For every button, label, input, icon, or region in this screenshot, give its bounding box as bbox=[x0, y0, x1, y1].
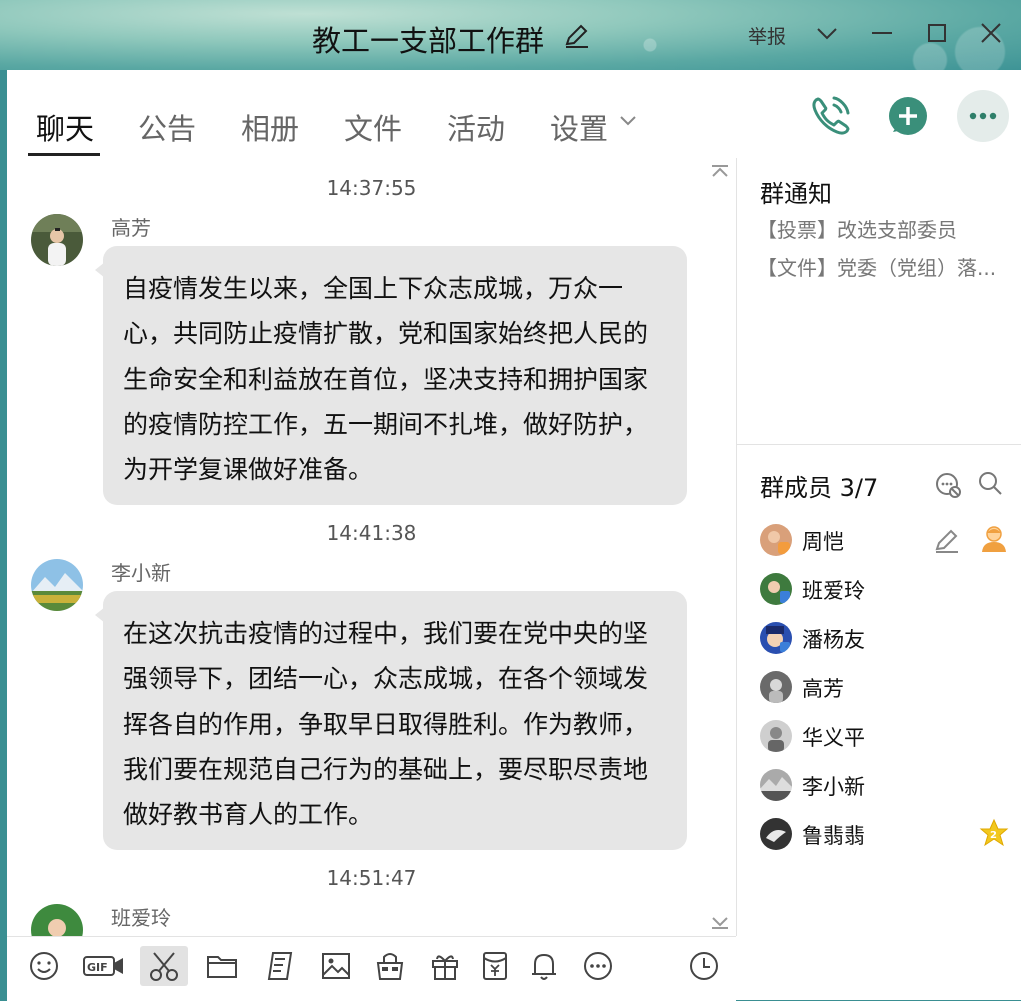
input-toolbar: GIF bbox=[7, 936, 736, 1001]
close-icon[interactable] bbox=[976, 18, 1006, 48]
search-icon[interactable] bbox=[975, 468, 1005, 498]
message-timestamp: 14:37:55 bbox=[326, 176, 417, 200]
more-options-icon[interactable] bbox=[581, 949, 615, 983]
history-clock-icon[interactable] bbox=[687, 949, 721, 983]
svg-text:GIF: GIF bbox=[87, 961, 108, 974]
landscape-photo-icon bbox=[760, 769, 792, 801]
avatar bbox=[760, 622, 792, 654]
avatar bbox=[760, 720, 792, 752]
avatar bbox=[760, 524, 792, 556]
message-timestamp: 14:41:38 bbox=[326, 521, 417, 545]
members-title: 群成员 3/7 bbox=[760, 474, 879, 502]
folder-icon[interactable] bbox=[205, 949, 239, 983]
owner-user-icon bbox=[982, 526, 1006, 552]
tab-announcements[interactable]: 公告 bbox=[138, 106, 196, 148]
member-item[interactable]: 华义平 bbox=[760, 716, 1020, 756]
avatar bbox=[760, 671, 792, 703]
member-name: 高芳 bbox=[802, 677, 844, 701]
user-photo-icon bbox=[760, 573, 792, 605]
title-bar: 教工一支部工作群 举报 bbox=[0, 0, 1021, 70]
message-bubble[interactable]: 自疫情发生以来，全国上下众志成城，万众一心，共同防止疫情扩散，党和国家始终把人民… bbox=[95, 246, 687, 505]
edit-title-icon[interactable] bbox=[562, 22, 590, 50]
member-name: 周恺 bbox=[802, 530, 844, 554]
member-name: 鲁翡翡 bbox=[802, 824, 865, 848]
bell-icon[interactable] bbox=[527, 949, 561, 983]
tab-chat[interactable]: 聊天 bbox=[36, 106, 94, 148]
tab-activities[interactable]: 活动 bbox=[447, 106, 505, 148]
right-panel: 群通知 【投票】改选支部委员 【文件】党委（党组）落... 群成员 3/7 周恺 bbox=[737, 158, 1021, 1000]
report-button[interactable]: 举报 bbox=[748, 22, 786, 49]
user-photo-icon bbox=[760, 622, 792, 654]
add-icon[interactable] bbox=[883, 92, 931, 140]
member-name: 李小新 bbox=[802, 775, 865, 799]
window-title: 教工一支部工作群 bbox=[312, 24, 545, 58]
user-photo-icon bbox=[760, 671, 792, 703]
avatar[interactable] bbox=[31, 559, 83, 611]
star-badge-icon: 2 bbox=[979, 818, 1009, 847]
scroll-down-icon[interactable] bbox=[711, 916, 729, 930]
avatar[interactable] bbox=[31, 904, 83, 936]
svg-text:2: 2 bbox=[990, 830, 997, 841]
gif-icon[interactable]: GIF bbox=[82, 949, 126, 983]
member-manage-icon[interactable] bbox=[933, 470, 963, 500]
notice-item[interactable]: 【文件】党委（党组）落... bbox=[757, 252, 1003, 281]
edit-icon[interactable] bbox=[932, 525, 962, 555]
user-photo-icon bbox=[760, 524, 792, 556]
member-item[interactable]: 高芳 bbox=[760, 667, 1020, 707]
bird-photo-icon bbox=[760, 818, 792, 850]
user-photo-icon bbox=[760, 720, 792, 752]
maximize-icon[interactable] bbox=[922, 18, 952, 48]
member-name: 华义平 bbox=[802, 726, 865, 750]
emoji-icon[interactable] bbox=[27, 949, 61, 983]
landscape-photo-icon bbox=[31, 559, 83, 611]
main-panel: 聊天 公告 相册 文件 活动 设置 14:37:55 高芳 自疫情发生以来，全国… bbox=[7, 70, 1021, 1001]
user-photo-icon bbox=[31, 904, 83, 936]
group-notice-title: 群通知 bbox=[760, 180, 832, 208]
message-timestamp: 14:51:47 bbox=[326, 866, 417, 890]
sender-name: 李小新 bbox=[111, 561, 171, 585]
screenshot-button[interactable] bbox=[140, 946, 188, 986]
tab-settings[interactable]: 设置 bbox=[550, 106, 608, 148]
scissors-icon bbox=[150, 952, 178, 981]
member-name: 潘杨友 bbox=[802, 628, 865, 652]
phone-call-icon[interactable] bbox=[807, 92, 855, 140]
minimize-icon[interactable] bbox=[867, 18, 897, 48]
bag-icon[interactable] bbox=[373, 949, 407, 983]
settings-chevron-down-icon[interactable] bbox=[619, 114, 637, 128]
member-item[interactable]: 潘杨友 bbox=[760, 618, 1020, 658]
chat-area[interactable]: 14:37:55 高芳 自疫情发生以来，全国上下众志成城，万众一心，共同防止疫情… bbox=[7, 158, 737, 936]
active-tab-indicator bbox=[28, 153, 100, 156]
more-dots-icon bbox=[969, 112, 997, 120]
tab-files[interactable]: 文件 bbox=[344, 106, 402, 148]
avatar bbox=[760, 769, 792, 801]
document-scan-icon[interactable] bbox=[263, 949, 297, 983]
sender-name: 高芳 bbox=[111, 216, 151, 240]
chevron-down-icon[interactable] bbox=[812, 18, 842, 48]
more-button[interactable] bbox=[957, 90, 1009, 142]
message-bubble[interactable]: 在这次抗击疫情的过程中，我们要在党中央的坚强领导下，团结一心，众志成城，在各个领… bbox=[95, 591, 687, 850]
avatar[interactable] bbox=[31, 214, 83, 266]
tab-album[interactable]: 相册 bbox=[241, 106, 299, 148]
member-item[interactable]: 李小新 bbox=[760, 765, 1020, 805]
tab-bar: 聊天 公告 相册 文件 活动 设置 bbox=[7, 70, 1021, 159]
notice-item[interactable]: 【投票】改选支部委员 bbox=[757, 214, 1003, 243]
image-icon[interactable] bbox=[319, 949, 353, 983]
user-photo-icon bbox=[31, 214, 83, 266]
avatar bbox=[760, 573, 792, 605]
red-packet-icon[interactable] bbox=[478, 949, 512, 983]
divider bbox=[737, 444, 1021, 445]
gift-icon[interactable] bbox=[428, 949, 462, 983]
sender-name: 班爱玲 bbox=[111, 906, 171, 930]
member-name: 班爱玲 bbox=[802, 579, 865, 603]
avatar bbox=[760, 818, 792, 850]
member-item[interactable]: 班爱玲 bbox=[760, 569, 1020, 609]
